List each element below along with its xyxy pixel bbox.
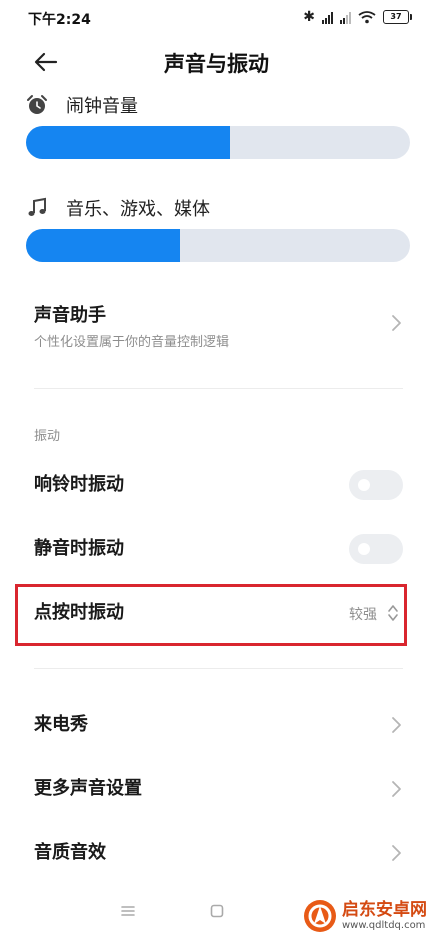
ring-vibration-label: 响铃时振动 xyxy=(34,474,124,495)
alarm-volume-label: 闹钟音量 xyxy=(66,96,138,117)
sound-quality-label: 音质音效 xyxy=(34,842,106,863)
sound-assistant-title: 声音助手 xyxy=(34,305,106,326)
music-note-icon xyxy=(28,197,46,216)
alarm-volume-fill xyxy=(26,126,230,159)
header: 声音与振动 xyxy=(0,36,433,88)
signal-weak-icon xyxy=(340,11,351,24)
menu-icon[interactable] xyxy=(120,904,136,918)
sound-assistant-item[interactable]: 声音助手 个性化设置属于你的音量控制逻辑 xyxy=(34,301,403,351)
caller-show-label: 来电秀 xyxy=(34,714,88,735)
silent-vibration-item[interactable]: 静音时振动 xyxy=(34,534,403,564)
watermark-logo-icon xyxy=(304,900,336,932)
wifi-icon xyxy=(358,11,376,24)
signal-icon xyxy=(322,11,333,24)
bluetooth-icon: ✱ xyxy=(303,9,315,25)
battery-icon: 37 xyxy=(383,10,412,24)
sound-quality-item[interactable]: 音质音效 xyxy=(34,838,403,868)
media-volume-row: 音乐、游戏、媒体 xyxy=(26,195,210,221)
silent-vibration-label: 静音时振动 xyxy=(34,538,124,559)
ring-vibration-toggle[interactable] xyxy=(349,470,403,500)
toggle-knob xyxy=(358,479,370,491)
caller-show-item[interactable]: 来电秀 xyxy=(34,710,403,740)
status-icons: ✱ 37 xyxy=(303,8,412,26)
more-sound-settings-item[interactable]: 更多声音设置 xyxy=(34,774,403,804)
status-bar: 下午2:24 ✱ 37 xyxy=(0,0,433,36)
silent-vibration-toggle[interactable] xyxy=(349,534,403,564)
highlight-box xyxy=(15,584,407,646)
media-volume-label: 音乐、游戏、媒体 xyxy=(66,199,210,220)
more-sound-settings-label: 更多声音设置 xyxy=(34,778,142,799)
toggle-knob xyxy=(358,543,370,555)
alarm-volume-slider[interactable] xyxy=(26,126,410,159)
page-title: 声音与振动 xyxy=(164,52,269,76)
watermark-title: 启东安卓网 xyxy=(342,900,427,920)
divider xyxy=(34,388,403,389)
ring-vibration-item[interactable]: 响铃时振动 xyxy=(34,470,403,500)
alarm-clock-icon xyxy=(27,95,47,114)
media-volume-slider[interactable] xyxy=(26,229,410,262)
watermark-url: www.qdltdq.com xyxy=(342,920,426,931)
chevron-right-icon xyxy=(392,781,401,797)
alarm-volume-row: 闹钟音量 xyxy=(26,92,138,118)
status-time: 下午2:24 xyxy=(28,12,91,28)
chevron-right-icon xyxy=(392,717,401,733)
chevron-right-icon xyxy=(392,845,401,861)
divider xyxy=(34,668,403,669)
chevron-right-icon xyxy=(392,315,401,331)
watermark: 启东安卓网 www.qdltdq.com xyxy=(302,898,427,934)
media-volume-fill xyxy=(26,229,180,262)
sound-assistant-subtitle: 个性化设置属于你的音量控制逻辑 xyxy=(34,335,230,350)
vibration-section-label: 振动 xyxy=(34,429,61,444)
home-icon[interactable] xyxy=(210,904,224,918)
